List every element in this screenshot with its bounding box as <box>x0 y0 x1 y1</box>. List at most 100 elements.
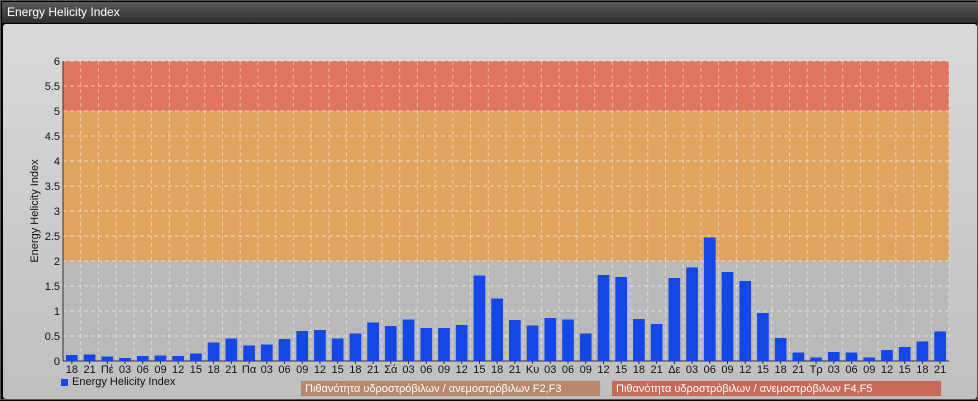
x-tick-label: 09 <box>863 364 875 376</box>
x-tick-label: 09 <box>154 364 166 376</box>
x-tick-label: 21 <box>792 364 804 376</box>
bar <box>296 331 309 361</box>
bar <box>615 277 628 361</box>
x-tick-label: 06 <box>278 364 290 376</box>
x-tick-label: 21 <box>509 364 521 376</box>
bar <box>455 325 468 361</box>
x-tick-label: 15 <box>899 364 911 376</box>
bar <box>898 347 911 361</box>
bar <box>810 357 822 361</box>
bar <box>774 338 787 361</box>
x-tick-label: 12 <box>456 364 468 376</box>
x-tick-label: 09 <box>721 364 733 376</box>
bar <box>225 338 238 361</box>
x-tick-label: 03 <box>544 364 556 376</box>
bar <box>101 356 114 361</box>
x-tick-label: 15 <box>332 364 344 376</box>
y-tick-label: 5 <box>54 106 60 118</box>
bar <box>438 328 450 361</box>
x-tick-label: 03 <box>261 364 273 376</box>
bar <box>367 322 379 361</box>
y-axis-label: Energy Helicity Index <box>29 159 41 263</box>
x-tick-label: 09 <box>296 364 308 376</box>
bar <box>863 357 876 361</box>
bar <box>721 272 734 361</box>
energy-helicity-chart: 0 0.5 1 1.5 2 2.5 3 3.5 4 4.5 5 5.5 6 Energy Helicity… <box>29 56 950 376</box>
bar <box>190 353 202 361</box>
bar <box>544 318 557 361</box>
x-tick-label: 12 <box>314 364 326 376</box>
y-tick-label: 5.5 <box>45 81 60 93</box>
x-tick-label: 21 <box>650 364 662 376</box>
x-tick-label: 03 <box>119 364 131 376</box>
x-tick-label: Τρ <box>810 364 823 376</box>
bar <box>119 358 131 361</box>
bar <box>562 319 574 361</box>
bar <box>66 355 78 361</box>
bar <box>491 298 503 361</box>
y-tick-label: 2.5 <box>45 231 60 243</box>
bar <box>154 355 167 361</box>
x-tick-label: 18 <box>916 364 928 376</box>
x-tick-label: 18 <box>66 364 78 376</box>
y-tick-label: 1 <box>54 306 60 318</box>
bar <box>597 275 610 361</box>
y-tick-label: 0 <box>54 356 60 368</box>
bar <box>650 324 663 361</box>
x-tick-label: 06 <box>562 364 574 376</box>
bar <box>668 278 681 361</box>
bar <box>509 320 521 361</box>
bar <box>686 267 698 361</box>
y-tick-label: 3 <box>54 206 60 218</box>
band-legend-f2-f3: Πιθανότητα υδροστρόβιλων / ανεμοστρόβιλω… <box>300 380 601 397</box>
legend-swatch <box>61 378 68 386</box>
bar <box>739 281 752 361</box>
x-tick-label: 21 <box>367 364 379 376</box>
y-tick-label: 0.5 <box>45 331 60 343</box>
bar <box>260 344 273 361</box>
bar <box>136 356 149 361</box>
bar <box>172 356 185 361</box>
x-tick-label: 21 <box>225 364 237 376</box>
x-tick-label: 09 <box>580 364 592 376</box>
bar <box>703 237 716 361</box>
bar <box>827 352 840 361</box>
bar <box>792 352 805 361</box>
x-tick-label: 15 <box>615 364 627 376</box>
x-tick-label: 12 <box>172 364 184 376</box>
x-tick-label: 12 <box>739 364 751 376</box>
bar <box>526 325 539 361</box>
y-tick-label: 4.5 <box>45 131 60 143</box>
x-tick-label: 21 <box>934 364 946 376</box>
x-tick-label: 06 <box>137 364 149 376</box>
bar <box>243 345 255 361</box>
y-tick-label: 2 <box>54 256 60 268</box>
x-tick-label: 09 <box>438 364 450 376</box>
x-tick-label: 15 <box>190 364 202 376</box>
x-tick-label: 15 <box>473 364 485 376</box>
x-tick-label: Πα <box>242 364 257 376</box>
x-tick-label: 18 <box>207 364 219 376</box>
bar <box>278 339 291 361</box>
x-tick-label: 15 <box>757 364 769 376</box>
x-tick-label: 03 <box>402 364 414 376</box>
y-tick-label: 3.5 <box>45 181 60 193</box>
y-tick-label: 4 <box>54 156 60 168</box>
x-tick-label: 12 <box>597 364 609 376</box>
bar <box>916 341 929 361</box>
x-tick-label: 03 <box>828 364 840 376</box>
bar <box>845 352 858 361</box>
bar <box>579 333 592 361</box>
bar <box>349 333 362 361</box>
bar <box>207 342 220 361</box>
x-tick-label: 21 <box>83 364 95 376</box>
x-tick-label: 18 <box>491 364 503 376</box>
x-tick-label: 03 <box>686 364 698 376</box>
x-tick-label: 18 <box>775 364 787 376</box>
bar <box>331 338 344 361</box>
x-tick-label: Δε <box>668 364 680 376</box>
bar <box>402 319 415 361</box>
legend-series-label: Energy Helicity Index <box>72 376 176 388</box>
bar <box>934 331 946 361</box>
y-tick-label: 6 <box>54 56 60 68</box>
